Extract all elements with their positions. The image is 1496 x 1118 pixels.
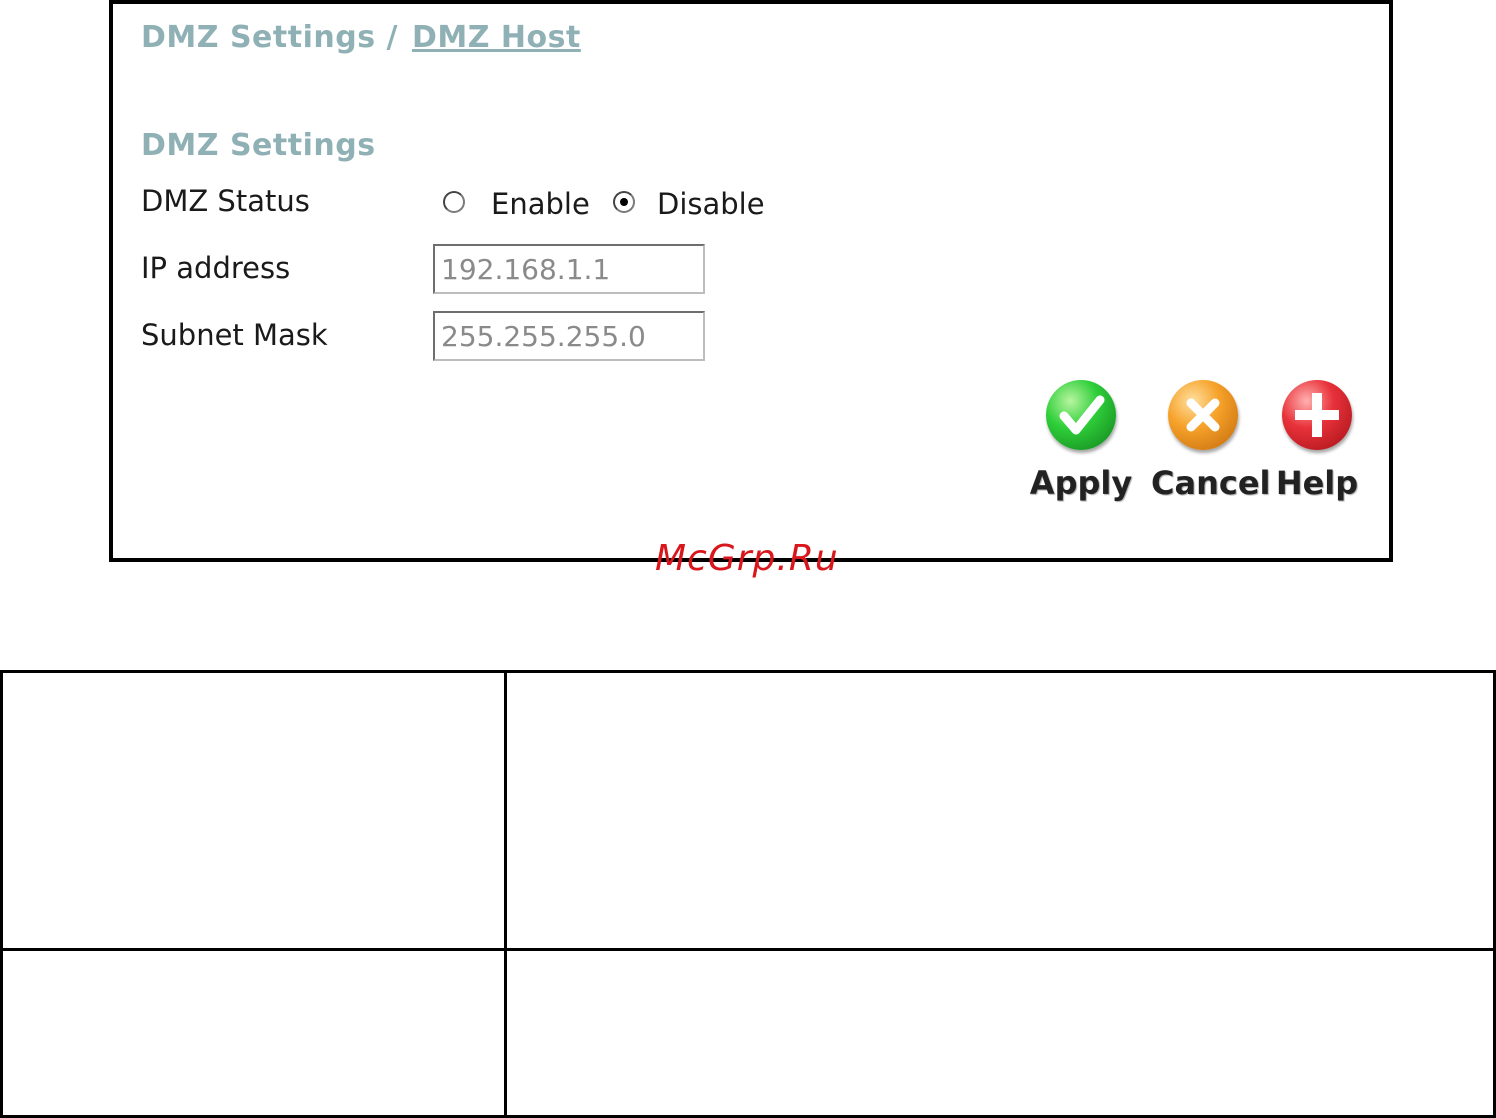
description-table: [0, 670, 1496, 1118]
table-cell: [504, 948, 1496, 1118]
watermark: McGrp.Ru: [655, 538, 839, 579]
ip-address-label: IP address: [141, 251, 291, 285]
apply-button[interactable]: Apply: [1029, 376, 1133, 506]
breadcrumb-link-dmz-host[interactable]: DMZ Host: [412, 20, 581, 55]
table-cell: [504, 670, 1496, 951]
table-row: [0, 670, 1496, 951]
table-cell: [0, 948, 507, 1118]
subnet-mask-input[interactable]: [433, 311, 705, 361]
breadcrumb-parent: DMZ Settings /: [141, 20, 398, 55]
dmz-settings-panel: DMZ Settings / DMZ Host DMZ Settings DMZ …: [109, 0, 1393, 562]
disable-radio-label[interactable]: Disable: [657, 187, 765, 221]
help-label: Help: [1275, 464, 1359, 502]
breadcrumb: DMZ Settings / DMZ Host: [141, 20, 581, 55]
cancel-label: Cancel: [1151, 464, 1271, 502]
apply-label: Apply: [1029, 464, 1133, 502]
help-button[interactable]: Help: [1265, 376, 1369, 506]
section-title: DMZ Settings: [141, 128, 376, 163]
cancel-button[interactable]: Cancel: [1151, 376, 1271, 506]
x-icon: [1168, 380, 1238, 450]
ip-address-input[interactable]: [433, 244, 705, 294]
enable-radio[interactable]: [443, 191, 465, 213]
table-cell: [0, 670, 507, 951]
dmz-status-label: DMZ Status: [141, 184, 310, 218]
plus-icon: [1282, 380, 1352, 450]
table-row: [0, 948, 1496, 1118]
enable-radio-label[interactable]: Enable: [491, 187, 590, 221]
disable-radio[interactable]: [613, 191, 635, 213]
subnet-mask-label: Subnet Mask: [141, 318, 328, 352]
checkmark-icon: [1046, 380, 1116, 450]
